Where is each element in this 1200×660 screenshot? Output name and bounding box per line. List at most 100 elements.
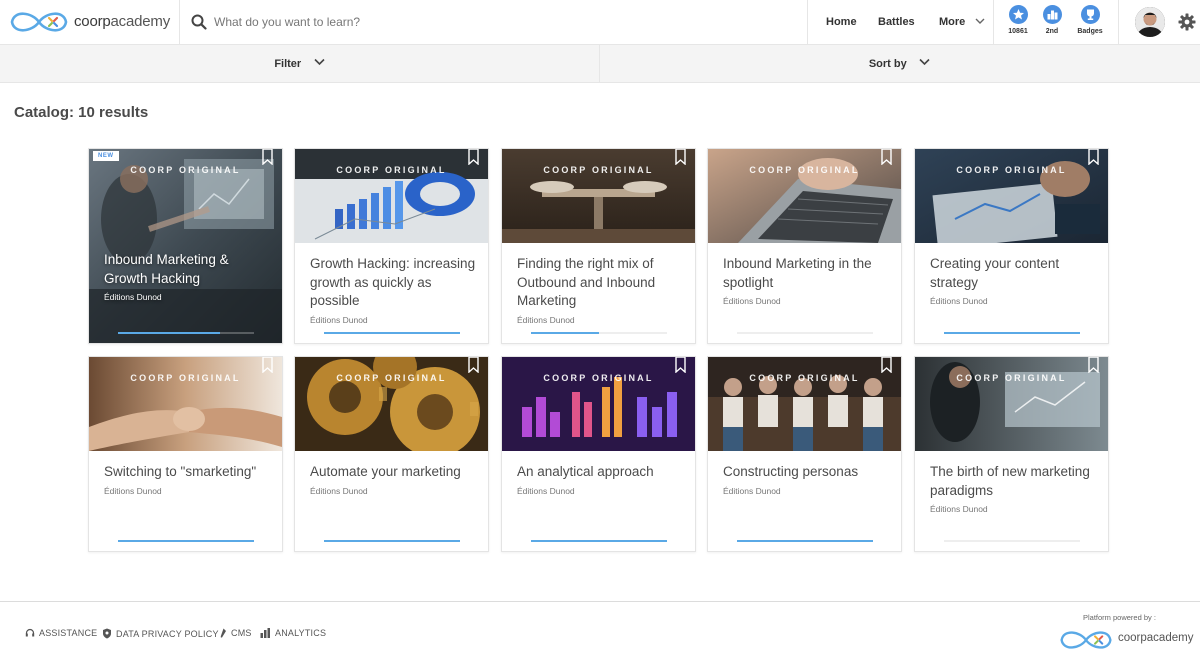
star-icon [1012,9,1024,20]
new-badge: NEW [93,151,119,161]
progress-bar [944,540,1080,542]
course-title: Constructing personas Éditions Dunod [723,463,893,497]
course-publisher: Éditions Dunod [310,485,368,496]
divider [993,0,994,45]
bookmark-icon[interactable] [675,149,686,165]
course-thumbnail [915,149,1108,243]
top-navigation-bar: coorpacademy Home Battles More 10861 2nd… [0,0,1200,45]
coorpacademy-logo[interactable]: coorpacademy [8,7,178,37]
chevron-down-icon [314,58,325,65]
original-label: COORP ORIGINAL [749,373,860,383]
course-thumbnail [708,149,901,243]
stat-ranking[interactable]: 2nd [1035,5,1069,35]
search-input[interactable] [214,11,774,33]
footer-assistance-link[interactable]: ASSISTANCE [25,628,97,638]
sort-label: Sort by [868,58,907,70]
stat-ranking-label: 2nd [1045,28,1059,35]
course-title: Inbound Marketing in the spotlight Éditi… [723,255,893,307]
stat-badges[interactable]: Badges [1073,5,1107,35]
progress-bar [531,540,667,542]
sort-dropdown[interactable]: Sort by [600,45,1199,83]
headset-icon [25,628,35,637]
course-thumbnail [502,149,695,243]
nav-home-link[interactable]: Home [826,16,857,28]
progress-bar [118,332,254,334]
course-publisher: Éditions Dunod [104,485,162,496]
course-card[interactable]: COORP ORIGINAL Finding the right mix of … [501,148,696,344]
course-card[interactable]: COORP ORIGINAL Growth Hacking: increasin… [294,148,489,344]
stat-badges-label: Badges [1077,28,1103,35]
logo-text: coorpacademy [74,13,170,30]
original-label: COORP ORIGINAL [130,373,241,383]
course-publisher: Éditions Dunod [930,296,988,306]
settings-gear-icon[interactable] [1178,13,1196,31]
course-thumbnail [295,357,488,451]
original-label: COORP ORIGINAL [543,165,654,175]
footer-analytics-link[interactable]: ANALYTICS [260,628,326,638]
filter-sort-bar: Filter Sort by [0,45,1200,83]
divider [807,0,808,45]
search-bar [180,0,807,45]
course-title: Switching to "smarketing" Éditions Dunod [104,463,274,497]
bookmark-icon[interactable] [262,149,273,165]
course-card[interactable]: COORP ORIGINAL The birth of new marketin… [914,356,1109,552]
course-publisher: Éditions Dunod [723,485,781,496]
user-avatar[interactable] [1135,7,1165,37]
course-card[interactable]: NEW COORP ORIGINAL Inbound Marketing & G… [88,148,283,344]
bookmark-icon[interactable] [675,357,686,373]
course-thumbnail [502,357,695,451]
bookmark-icon[interactable] [1088,357,1099,373]
course-publisher: Éditions Dunod [310,314,368,325]
course-title: An analytical approach Éditions Dunod [517,463,687,497]
bookmark-icon[interactable] [1088,149,1099,165]
bookmark-icon[interactable] [468,357,479,373]
footer-cms-link[interactable]: CMS [220,628,252,638]
course-title: Automate your marketing Éditions Dunod [310,463,480,497]
original-label: COORP ORIGINAL [336,373,447,383]
chevron-down-icon [919,58,930,65]
course-card[interactable]: COORP ORIGINAL Automate your marketing É… [294,356,489,552]
ranking-icon [1047,10,1057,20]
chevron-down-icon[interactable] [975,17,985,25]
course-card[interactable]: COORP ORIGINAL Constructing personas Édi… [707,356,902,552]
original-label: COORP ORIGINAL [543,373,654,383]
bookmark-icon[interactable] [262,357,273,373]
filter-dropdown[interactable]: Filter [0,45,599,83]
bookmark-icon[interactable] [881,149,892,165]
search-icon[interactable] [191,14,207,30]
bookmark-icon[interactable] [881,357,892,373]
course-card[interactable]: COORP ORIGINAL Inbound Marketing in the … [707,148,902,344]
course-publisher: Éditions Dunod [517,314,575,325]
course-card[interactable]: COORP ORIGINAL Creating your content str… [914,148,1109,344]
course-card[interactable]: COORP ORIGINAL An analytical approach Éd… [501,356,696,552]
course-title: Inbound Marketing & Growth Hacking Éditi… [104,251,274,303]
shield-icon [103,628,111,639]
original-label: COORP ORIGINAL [956,373,1067,383]
original-label: COORP ORIGINAL [130,165,241,175]
original-label: COORP ORIGINAL [956,165,1067,175]
catalog-title: Catalog: 10 results [14,104,149,121]
stat-points[interactable]: 10861 [1001,5,1035,35]
nav-more-menu[interactable]: More [939,16,965,28]
course-thumbnail [89,149,282,343]
original-label: COORP ORIGINAL [749,165,860,175]
progress-bar [118,540,254,542]
footer-privacy-link[interactable]: DATA PRIVACY POLICY [102,628,219,639]
footer-coorpacademy-logo[interactable]: coorpacademy [1058,626,1198,654]
course-card[interactable]: COORP ORIGINAL Switching to "smarketing"… [88,356,283,552]
trophy-icon [1086,9,1094,20]
nav-battles-link[interactable]: Battles [878,16,915,28]
progress-bar [324,540,460,542]
bookmark-icon[interactable] [468,149,479,165]
course-title: Growth Hacking: increasing growth as qui… [310,255,480,326]
progress-bar [944,332,1080,334]
progress-bar [531,332,667,334]
powered-by-text: Platform powered by : [1083,613,1156,622]
infinity-logo-icon [1060,631,1112,649]
bar-chart-icon [260,628,270,638]
course-thumbnail [295,149,488,243]
stat-points-label: 10861 [1008,28,1028,35]
filter-label: Filter [274,58,302,70]
course-thumbnail [708,357,901,451]
course-title: Finding the right mix of Outbound and In… [517,255,687,326]
